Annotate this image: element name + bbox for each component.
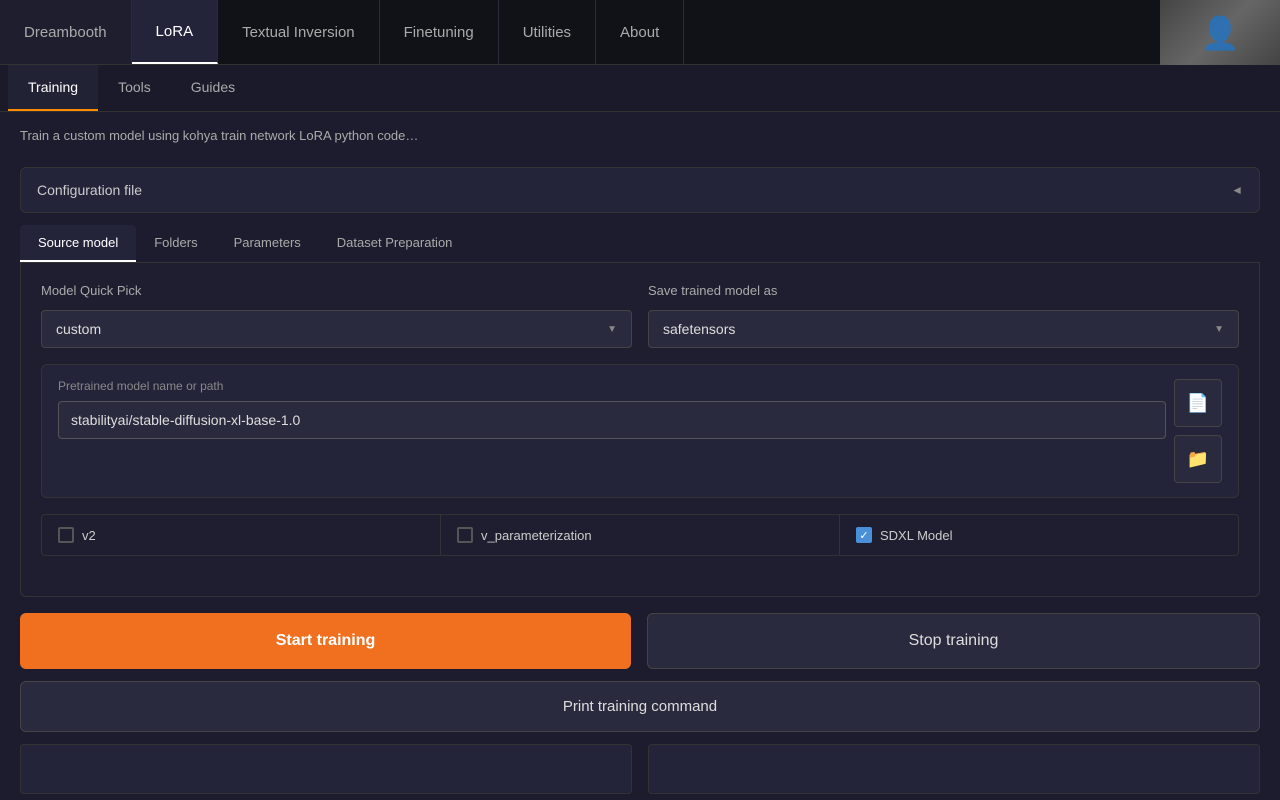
stop-training-button[interactable]: Stop training [647,613,1260,669]
description-text: Train a custom model using kohya train n… [0,112,1280,159]
checkbox-item-v2: v2 [42,515,441,555]
inner-tabs: Source model Folders Parameters Dataset … [20,225,1260,263]
tab-finetuning[interactable]: Finetuning [380,0,499,64]
checkboxes-row: v2 v_parameterization SDXL Model [41,514,1239,556]
pretrained-model-inner: Pretrained model name or path [58,379,1166,439]
sub-tabs: Training Tools Guides [0,65,1280,112]
main-content: Training Tools Guides Train a custom mod… [0,65,1280,800]
start-training-button[interactable]: Start training [20,613,631,669]
save-trained-model-value: safetensors [663,321,735,337]
save-trained-model-label: Save trained model as [648,283,1239,298]
model-quick-pick-value: custom [56,321,101,337]
tab-textual-inversion[interactable]: Textual Inversion [218,0,380,64]
tab-lora[interactable]: LoRA [132,0,219,64]
pretrained-model-label: Pretrained model name or path [58,379,1166,393]
save-trained-model-dropdown[interactable]: safetensors ▼ [648,310,1239,348]
model-quick-pick-group: Model Quick Pick custom ▼ [41,283,632,348]
checkbox-item-v-param: v_parameterization [441,515,840,555]
save-trained-model-group: Save trained model as safetensors ▼ [648,283,1239,348]
file-icon-button[interactable]: 📄 [1174,379,1222,427]
pretrained-buttons: 📄 📁 [1174,379,1222,483]
pretrained-model-section: Pretrained model name or path 📄 📁 [41,364,1239,498]
checkbox-item-sdxl: SDXL Model [840,515,1238,555]
save-trained-model-arrow: ▼ [1214,324,1224,335]
sub-tab-guides[interactable]: Guides [171,65,255,111]
source-model-panel: Model Quick Pick custom ▼ Save trained m… [20,263,1260,597]
print-training-command-button[interactable]: Print training command [20,681,1260,732]
folder-icon: 📁 [1187,449,1209,470]
tab-about[interactable]: About [596,0,684,64]
bottom-row [20,744,1260,794]
model-quick-pick-label: Model Quick Pick [41,283,632,298]
v2-label: v2 [82,528,96,543]
webcam-image [1160,0,1280,65]
config-arrow-icon: ◄ [1231,183,1243,197]
model-quick-pick-arrow: ▼ [607,324,617,335]
inner-tab-source-model[interactable]: Source model [20,225,136,262]
sdxl-checkbox[interactable] [856,527,872,543]
model-quick-pick-dropdown[interactable]: custom ▼ [41,310,632,348]
inner-tab-dataset-preparation[interactable]: Dataset Preparation [319,225,471,262]
model-quick-pick-row: Model Quick Pick custom ▼ Save trained m… [41,283,1239,348]
config-file-label: Configuration file [37,182,142,198]
sdxl-label: SDXL Model [880,528,953,543]
top-navigation: Dreambooth LoRA Textual Inversion Finetu… [0,0,1280,65]
bottom-box-right [648,744,1260,794]
config-file-section[interactable]: Configuration file ◄ [20,167,1260,213]
v-param-checkbox[interactable] [457,527,473,543]
sub-tab-training[interactable]: Training [8,65,98,111]
inner-tab-folders[interactable]: Folders [136,225,215,262]
folder-icon-button[interactable]: 📁 [1174,435,1222,483]
bottom-box-left [20,744,632,794]
webcam-preview [1160,0,1280,65]
tab-dreambooth[interactable]: Dreambooth [0,0,132,64]
pretrained-model-input[interactable] [58,401,1166,439]
action-buttons: Start training Stop training [20,613,1260,669]
inner-tab-parameters[interactable]: Parameters [216,225,319,262]
file-icon: 📄 [1187,393,1209,414]
v-param-label: v_parameterization [481,528,592,543]
sub-tab-tools[interactable]: Tools [98,65,171,111]
tab-utilities[interactable]: Utilities [499,0,596,64]
v2-checkbox[interactable] [58,527,74,543]
